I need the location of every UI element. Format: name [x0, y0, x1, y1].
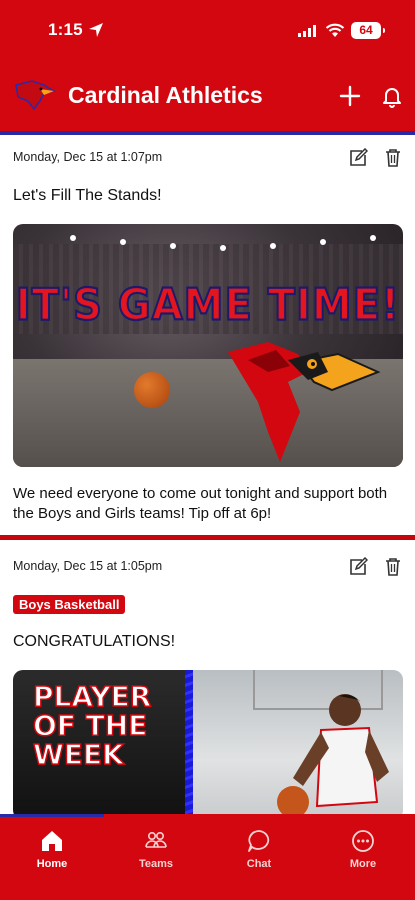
- team-tag[interactable]: Boys Basketball: [13, 595, 126, 614]
- wifi-icon: [325, 23, 345, 37]
- cellular-signal-icon: [298, 25, 316, 37]
- tab-label: Home: [36, 858, 68, 870]
- post-body: We need everyone to come out tonight and…: [13, 485, 388, 522]
- home-icon: [42, 831, 62, 851]
- post-title: Let's Fill The Stands!: [13, 187, 162, 204]
- add-post-button[interactable]: [338, 84, 362, 108]
- tab-teams[interactable]: Teams: [116, 828, 196, 870]
- location-arrow-icon: [89, 23, 103, 37]
- image-headline: IT'S GAME TIME!: [15, 279, 401, 332]
- app-bar: Cardinal Athletics: [0, 62, 415, 131]
- tab-more[interactable]: More: [323, 828, 403, 870]
- active-tab-indicator: [0, 814, 104, 817]
- tab-chat[interactable]: Chat: [219, 828, 299, 870]
- tab-home[interactable]: Home: [12, 828, 92, 870]
- header-divider: [0, 131, 415, 135]
- basketball-graphic: [134, 372, 170, 408]
- image-text-line: PLAYER: [32, 680, 152, 713]
- tab-label: Teams: [138, 858, 174, 870]
- status-bar: 1:15 64: [0, 0, 415, 62]
- more-icon: [352, 830, 374, 852]
- app-screen: 1:15 64 Cardinal Athletics Monday, Dec 1…: [0, 0, 415, 900]
- post-image[interactable]: IT'S GAME TIME!: [13, 224, 403, 467]
- image-text-line: WEEK: [32, 738, 124, 771]
- edit-post-icon[interactable]: [348, 148, 368, 168]
- cardinal-mascot-graphic: [228, 342, 381, 462]
- post-divider: [0, 535, 415, 540]
- bottom-tab-bar: Home Teams Chat More: [0, 814, 415, 900]
- image-text-line: OF THE: [32, 709, 148, 742]
- battery-indicator: 64: [351, 22, 385, 39]
- top-bar: 1:15 64 Cardinal Athletics: [0, 0, 415, 131]
- post-image[interactable]: PLAYER OF THE WEEK: [13, 670, 403, 820]
- cardinal-logo-icon: [15, 80, 56, 111]
- notifications-bell-icon[interactable]: [380, 84, 404, 108]
- chat-icon: [248, 830, 270, 852]
- arena-lights: [70, 235, 376, 251]
- delete-post-icon[interactable]: [383, 557, 403, 577]
- blue-stripe: [185, 670, 193, 820]
- tab-label: More: [349, 858, 377, 870]
- status-time: 1:15: [48, 20, 83, 39]
- image-text: PLAYER OF THE WEEK: [32, 680, 152, 771]
- post-date: Monday, Dec 15 at 1:05pm: [13, 559, 163, 573]
- delete-post-icon[interactable]: [383, 148, 403, 168]
- post-title: CONGRATULATIONS!: [13, 633, 176, 650]
- tab-label: Chat: [246, 858, 272, 870]
- app-title: Cardinal Athletics: [68, 82, 263, 108]
- edit-post-icon[interactable]: [348, 557, 368, 577]
- basketball-player-photo: [277, 694, 389, 818]
- post-date: Monday, Dec 15 at 1:07pm: [13, 150, 163, 164]
- teams-icon: [145, 832, 167, 848]
